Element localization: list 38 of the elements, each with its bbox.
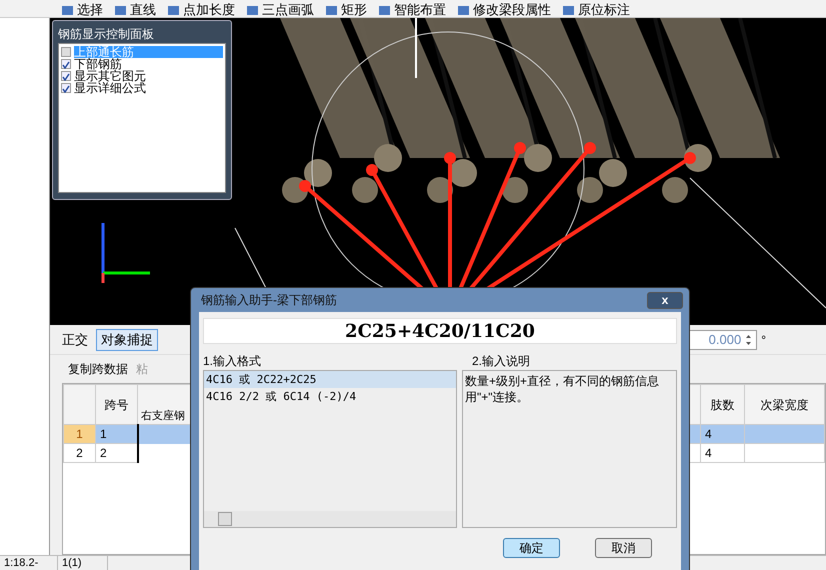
section-label: 1.输入格式 <box>203 353 262 370</box>
horizontal-scrollbar[interactable] <box>204 511 456 527</box>
toolbar-button[interactable]: 正交 <box>58 328 92 350</box>
toolbar-button[interactable]: 复制跨数据 <box>68 360 128 378</box>
toolbar-button[interactable]: 选择 <box>62 3 103 17</box>
close-button[interactable]: x <box>647 292 683 308</box>
status-text: 1:18.2- <box>0 556 58 570</box>
panel-option[interactable]: 显示详细公式 <box>74 82 223 94</box>
toolbar-button[interactable]: 点加长度 <box>168 3 235 17</box>
checkbox[interactable] <box>61 47 71 57</box>
dialog-title: 钢筋输入助手-梁下部钢筋 <box>200 292 337 309</box>
toolbar-button[interactable]: 原位标注 <box>563 3 630 17</box>
section-label: 2.输入说明 <box>472 353 532 370</box>
toolbar-button[interactable]: 直线 <box>115 3 156 17</box>
checkbox[interactable] <box>61 59 71 69</box>
status-text: 1(1) <box>58 556 108 570</box>
table-cell: 4 <box>700 444 744 462</box>
dialog-button[interactable]: 确定 <box>503 538 560 558</box>
dialog-button[interactable]: 取消 <box>595 538 652 558</box>
row-number: 2 <box>64 444 96 462</box>
help-text: 数量+级别+直径，有不同的钢筋信息用"+"连接。 <box>465 373 660 405</box>
guide-line <box>415 18 417 78</box>
checkbox[interactable] <box>61 71 71 81</box>
toolbar-button[interactable]: 三点画弧 <box>247 3 314 17</box>
format-item[interactable]: 4C16 或 2C22+2C25 <box>204 371 456 388</box>
panel-option[interactable]: 下部钢筋 <box>74 58 223 70</box>
toolbar-button[interactable]: 智能布置 <box>379 3 446 17</box>
toolbar-button[interactable]: 矩形 <box>326 3 367 17</box>
toolbar-button[interactable]: 修改梁段属性 <box>458 3 551 17</box>
spin-arrows-icon[interactable] <box>745 332 752 346</box>
checkbox[interactable] <box>61 83 71 93</box>
toolbar-button[interactable]: 对象捕捉 <box>96 328 158 350</box>
panel-title: 钢筋显示控制面板 <box>58 26 155 43</box>
panel-option[interactable]: 显示其它图元 <box>74 70 223 82</box>
row-number: 1 <box>64 424 96 444</box>
axis-icon <box>102 223 150 283</box>
degree-unit: ° <box>761 332 767 348</box>
rebar-input-field[interactable]: 2C25+4C20/11C20 <box>203 318 677 344</box>
